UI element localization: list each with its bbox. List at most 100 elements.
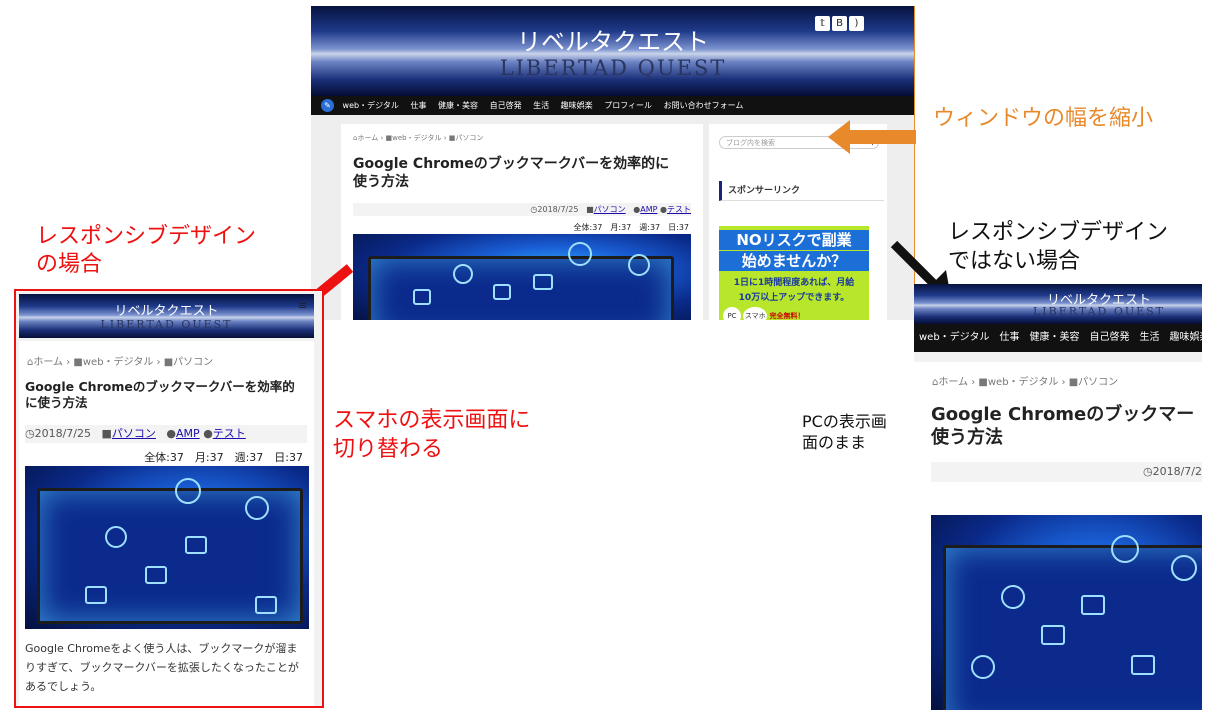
nav-item[interactable]: 生活 <box>1139 324 1159 352</box>
nav-item[interactable]: お問い合わせフォーム <box>664 96 744 115</box>
clock-icon: ◷ <box>1142 465 1153 478</box>
left-arrow-icon <box>828 120 916 154</box>
breadcrumb-home[interactable]: ホーム <box>33 357 63 368</box>
tag-icon: ● <box>660 205 667 214</box>
nav-item[interactable]: 趣味娯楽 <box>561 96 593 115</box>
folder-icon: ■ <box>586 205 594 214</box>
article-excerpt: Google Chromeをよく使う人は、ブックマークが溜まりすぎて、ブックマー… <box>25 642 299 693</box>
sponsor-heading-text: スポンサーリンク <box>728 186 801 196</box>
title-line: Google Chromeのブックマークバーを効率的 <box>25 379 295 394</box>
ad-badge: 完全無料！ <box>769 312 805 320</box>
site-subtitle: LIBERTAD QUEST <box>499 56 727 80</box>
nav-item[interactable]: 健康・美容 <box>438 96 478 115</box>
tag-link[interactable]: パソコン <box>594 205 626 214</box>
switch-annotation-2: 切り替わる <box>333 437 444 462</box>
article-title: Google Chromeのブックマークバーを効率的に 使う方法 <box>353 156 698 191</box>
title-line: に使う方法 <box>25 394 88 410</box>
switch-annotation-1: スマホの表示画面に <box>333 408 531 433</box>
tag-link[interactable]: AMP <box>640 205 657 214</box>
nonresponsive-body: ⌂ホーム › ■web・デジタル › ■パソコン Google Chromeのブ… <box>914 362 1202 710</box>
pencil-icon: ✎ <box>321 99 334 112</box>
clock-icon: ◷ <box>25 427 35 440</box>
nonresponsive-nav: web・デジタル仕事健康・美容自己啓発生活趣味娯楽 <box>914 324 1202 352</box>
nav-item[interactable]: 仕事 <box>410 96 426 115</box>
ad-badge: PC <box>723 307 741 320</box>
view-stats: 全体:37 月:37 週:37 日:37 <box>573 223 690 232</box>
menu-icon[interactable]: ≡ <box>298 300 310 312</box>
site-subtitle: LIBERTAD QUEST <box>100 318 233 331</box>
site-header: リベルタクエスト LIBERTAD QUEST <box>914 284 1202 324</box>
breadcrumb-home[interactable]: ホーム <box>938 377 968 388</box>
hero-image <box>931 515 1202 710</box>
folder-icon: ■ <box>163 357 174 368</box>
tag-link[interactable]: テスト <box>213 427 246 440</box>
breadcrumb: ⌂ホーム › ■web・デジタル › ■パソコン <box>353 134 484 142</box>
tag-icon: ● <box>203 427 213 440</box>
post-date: 2018/7/2 <box>1152 465 1202 478</box>
title-line: 使う方法 <box>353 173 409 190</box>
breadcrumb-home[interactable]: ホーム <box>357 134 378 142</box>
nav-item[interactable]: 自己啓発 <box>1089 324 1129 352</box>
pc-screenshot: リベルタクエスト LIBERTAD QUEST 𝕥 B) ✎ web・デジタル 仕… <box>311 6 915 320</box>
article-meta: ◷2018/7/25 ■パソコン ●AMP ●テスト <box>353 203 691 216</box>
breadcrumb-cat2[interactable]: パソコン <box>455 134 483 142</box>
nonresponsive-screenshot: リベルタクエスト LIBERTAD QUEST web・デジタル 仕事 健康・美容自… <box>914 284 1202 710</box>
ad-line: NOリスクで副業 <box>719 230 869 250</box>
twitter-icon[interactable]: 𝕥 <box>815 16 830 31</box>
ad-line: 1日に1時間程度あれば、月給 <box>733 278 855 288</box>
site-title[interactable]: リベルタクエスト <box>19 300 314 319</box>
nav-item[interactable]: 仕事 <box>999 324 1019 352</box>
article-title: Google Chromeのブックマークバーを効率的 に使う方法 <box>25 379 310 410</box>
bookmark-icon[interactable]: B <box>832 16 847 31</box>
ad-line: 始めませんか？ <box>719 251 869 271</box>
site-header: リベルタクエスト LIBERTAD QUEST 𝕥 B) <box>311 6 915 96</box>
nav-item[interactable]: 健康・美容 <box>1029 324 1079 352</box>
tag-link[interactable]: テスト <box>667 205 691 214</box>
article-title: Google Chromeのブックマー 使う方法 <box>931 404 1202 449</box>
nonresponsive-annotation-2: ではない場合 <box>948 249 1081 274</box>
ad-line: 10万以上アップできます。 <box>738 293 850 303</box>
pc-main: ⌂ホーム › ■web・デジタル › ■パソコン Google Chromeのブ… <box>341 124 703 320</box>
pc-nav: ✎ web・デジタル 仕事 健康・美容 自己啓発 生活 趣味娯楽 プロフィール … <box>311 96 915 115</box>
title-line: 使う方法 <box>931 426 1003 448</box>
nav-item[interactable]: 趣味娯楽 <box>1169 324 1202 352</box>
nav-item[interactable]: プロフィール <box>604 96 652 115</box>
nav-item[interactable]: 自己啓発 <box>490 96 522 115</box>
tag-link[interactable]: AMP <box>176 427 200 440</box>
article-meta: ◷2018/7/25 ■パソコン ●AMP ●テスト <box>25 425 307 443</box>
folder-icon: ■ <box>978 377 988 388</box>
rss-icon[interactable]: ) <box>849 16 864 31</box>
site-subtitle: LIBERTAD QUEST <box>1032 305 1166 318</box>
ad-badge: スマホ <box>743 307 768 320</box>
ad-banner[interactable]: NOリスクで副業 始めませんか？ 1日に1時間程度あれば、月給 10万以上アップ… <box>719 226 869 320</box>
pc-annotation-2: 面のまま <box>802 433 867 452</box>
breadcrumb-cat2[interactable]: パソコン <box>173 357 213 368</box>
responsive-annotation-2: の場合 <box>36 252 103 277</box>
mobile-header: リベルタクエスト LIBERTAD QUEST ≡ <box>19 294 314 338</box>
hero-image <box>25 466 309 629</box>
title-line: Google Chromeのブックマークバーを効率的に <box>353 156 670 172</box>
nav-item[interactable]: web・デジタル <box>919 324 989 352</box>
search-placeholder: ブログ内を検索 <box>726 139 775 147</box>
article-meta: ◷2018/7/2 <box>931 462 1202 482</box>
breadcrumb-cat1[interactable]: web・デジタル <box>83 357 153 368</box>
breadcrumb-cat1[interactable]: web・デジタル <box>988 377 1058 388</box>
breadcrumb-cat1[interactable]: web・デジタル <box>392 134 441 142</box>
folder-icon: ■ <box>73 357 83 368</box>
social-icons: 𝕥 B) <box>815 11 864 31</box>
mobile-screenshot: リベルタクエスト LIBERTAD QUEST ≡ ⌂ホーム › ■web・デジ… <box>14 289 324 708</box>
sponsor-heading: スポンサーリンク <box>719 181 884 201</box>
breadcrumb: ⌂ホーム › ■web・デジタル › ■パソコン <box>27 357 214 368</box>
mobile-body: ⌂ホーム › ■web・デジタル › ■パソコン Google Chromeのブ… <box>19 341 314 706</box>
breadcrumb: ⌂ホーム › ■web・デジタル › ■パソコン <box>932 377 1119 388</box>
breadcrumb-cat2[interactable]: パソコン <box>1078 377 1118 388</box>
post-date: 2018/7/25 <box>34 427 92 440</box>
view-stats: 全体:37 月:37 週:37 日:37 <box>144 451 303 464</box>
nav-item[interactable]: 生活 <box>533 96 549 115</box>
folder-icon: ■ <box>101 427 112 440</box>
shrink-annotation: ウィンドウの幅を縮小 <box>933 106 1154 131</box>
nav-item[interactable]: web・デジタル <box>343 96 399 115</box>
hero-image <box>353 234 691 320</box>
tag-icon: ● <box>166 427 177 440</box>
tag-link[interactable]: パソコン <box>112 427 156 440</box>
